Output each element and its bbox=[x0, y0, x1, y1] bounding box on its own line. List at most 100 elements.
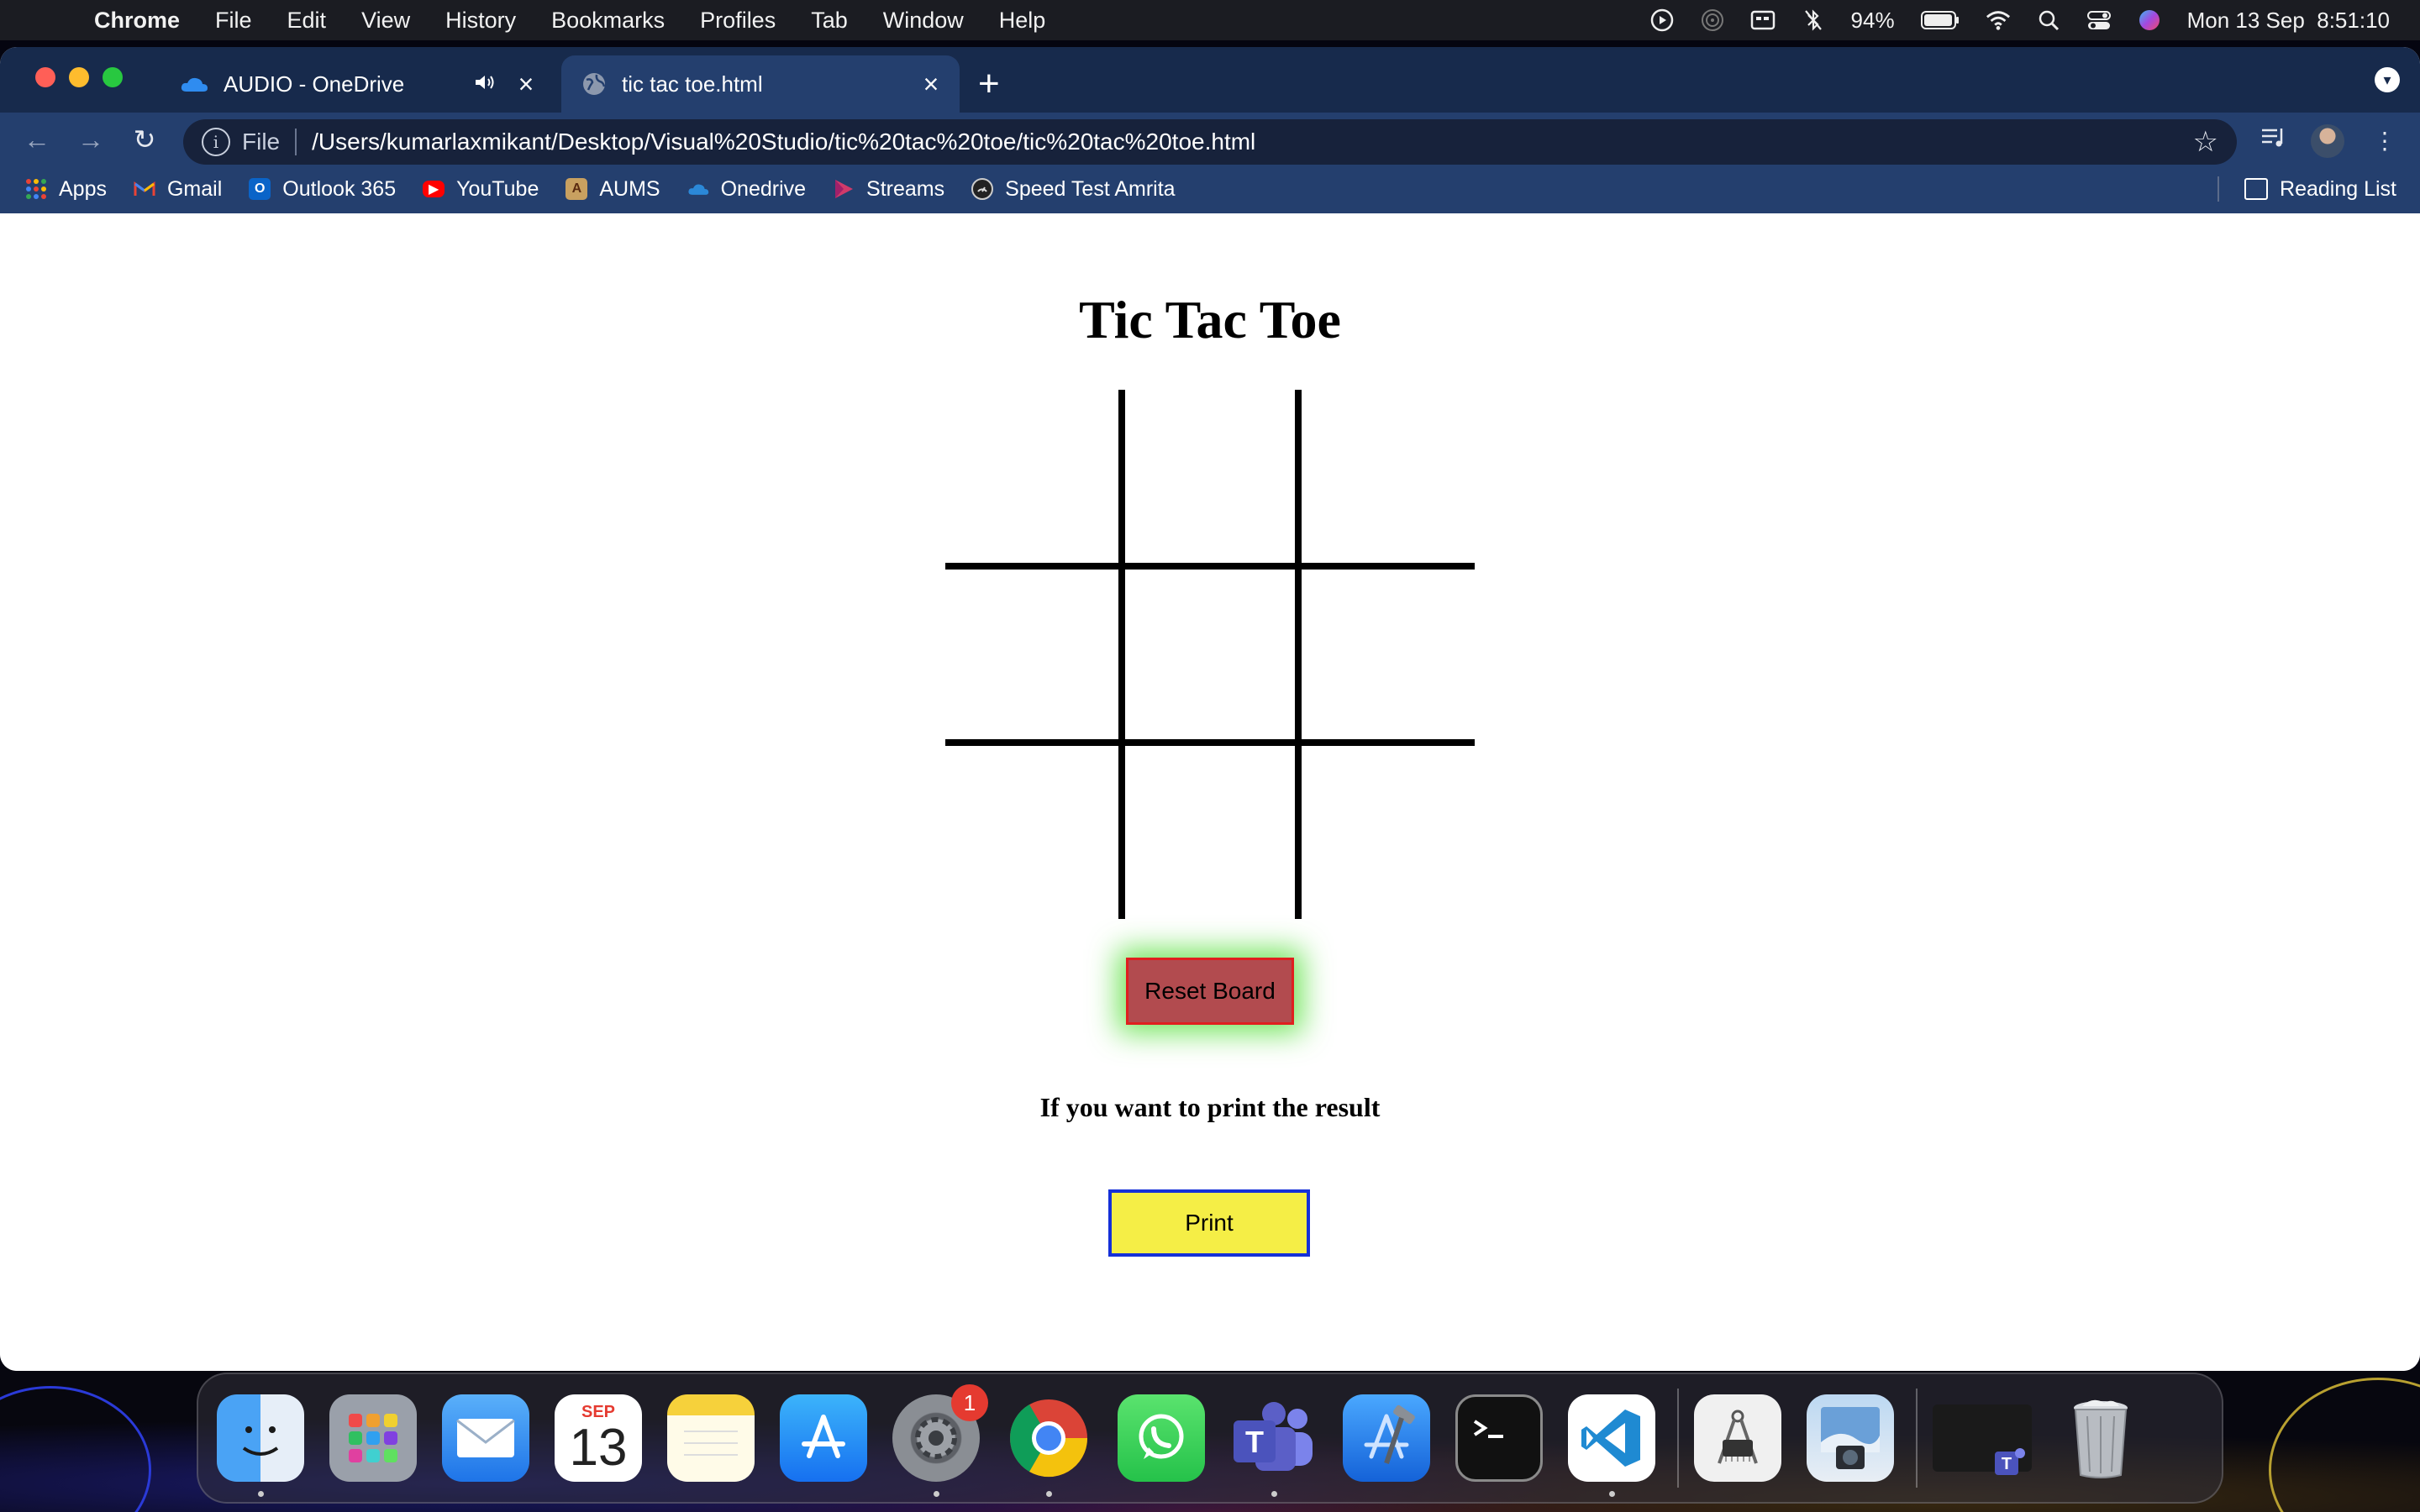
finder-icon[interactable] bbox=[217, 1394, 304, 1497]
notification-badge: 1 bbox=[951, 1384, 988, 1421]
reset-board-button[interactable]: Reset Board bbox=[1126, 958, 1294, 1025]
page-content: Tic Tac Toe Reset Board If you want to p… bbox=[0, 228, 2420, 1371]
address-bar[interactable]: i File /Users/kumarlaxmikant/Desktop/Vis… bbox=[183, 119, 2237, 165]
minimized-teams-window-icon[interactable]: T bbox=[1933, 1404, 2032, 1475]
speaker-icon[interactable] bbox=[474, 71, 499, 97]
media-control-icon[interactable] bbox=[2257, 124, 2291, 158]
bluetooth-off-icon[interactable] bbox=[1801, 8, 1826, 33]
input-source-icon[interactable] bbox=[1750, 8, 1776, 33]
board-cell-7[interactable] bbox=[945, 743, 1122, 919]
whatsapp-icon[interactable] bbox=[1118, 1394, 1205, 1482]
menu-tab[interactable]: Tab bbox=[811, 8, 848, 34]
bookmark-streams[interactable]: Streams bbox=[833, 177, 944, 202]
control-center-icon[interactable] bbox=[2086, 8, 2112, 33]
menu-window[interactable]: Window bbox=[883, 8, 964, 34]
launchpad-icon[interactable] bbox=[329, 1394, 417, 1482]
media-play-icon[interactable] bbox=[1649, 8, 1675, 33]
close-tab-icon[interactable]: × bbox=[509, 69, 543, 100]
tab-audio-onedrive[interactable]: AUDIO - OneDrive × bbox=[160, 55, 555, 113]
board-cell-5[interactable] bbox=[1122, 566, 1298, 743]
board-cell-4[interactable] bbox=[945, 566, 1122, 743]
app-store-icon[interactable] bbox=[780, 1394, 867, 1482]
bookmark-label: Gmail bbox=[166, 176, 223, 201]
battery-icon[interactable] bbox=[1920, 8, 1960, 33]
board-cell-2[interactable] bbox=[1122, 390, 1298, 566]
dock: SEP 13 1 T T bbox=[197, 1373, 2223, 1504]
streams-icon bbox=[833, 178, 855, 200]
bookmark-star-icon[interactable]: ☆ bbox=[2193, 125, 2218, 159]
bookmark-onedrive[interactable]: Onedrive bbox=[687, 177, 806, 202]
chrome-icon[interactable] bbox=[1005, 1394, 1092, 1497]
bookmark-aums[interactable]: A AUMS bbox=[566, 177, 660, 202]
close-tab-icon[interactable]: × bbox=[914, 69, 948, 100]
bookmark-speed-test-amrita[interactable]: Speed Test Amrita bbox=[971, 177, 1176, 202]
system-information-icon[interactable] bbox=[1694, 1394, 1781, 1482]
mail-icon[interactable] bbox=[442, 1394, 529, 1482]
board-cell-3[interactable] bbox=[1298, 390, 1475, 566]
menu-profiles[interactable]: Profiles bbox=[700, 8, 776, 34]
more-menu-icon[interactable]: ⋮ bbox=[2368, 124, 2402, 158]
terminal-icon[interactable] bbox=[1455, 1394, 1543, 1482]
notes-icon[interactable] bbox=[667, 1394, 755, 1482]
board-cell-9[interactable] bbox=[1298, 743, 1475, 919]
xcode-icon[interactable] bbox=[1343, 1394, 1430, 1482]
running-indicator bbox=[1046, 1491, 1052, 1497]
site-info-icon[interactable]: i bbox=[202, 128, 230, 156]
minimize-window-button[interactable] bbox=[69, 67, 89, 87]
clock[interactable]: Mon 13 Sep 8:51:10 bbox=[2187, 8, 2390, 34]
bookmark-label: Outlook 365 bbox=[282, 176, 397, 201]
back-arrow-icon[interactable]: ← bbox=[18, 121, 55, 158]
dock-separator bbox=[1677, 1389, 1679, 1488]
profile-avatar[interactable] bbox=[2311, 124, 2344, 158]
url-scheme: File bbox=[242, 129, 281, 155]
system-preferences-icon[interactable]: 1 bbox=[892, 1384, 988, 1497]
microsoft-teams-icon[interactable]: T bbox=[1230, 1394, 1318, 1497]
reload-icon[interactable]: ↻ bbox=[126, 121, 163, 158]
board-cell-1[interactable] bbox=[945, 390, 1122, 566]
tab-strip: AUDIO - OneDrive × tic tac toe.html × + … bbox=[0, 47, 2420, 113]
vscode-icon[interactable] bbox=[1568, 1394, 1655, 1497]
print-button[interactable]: Print bbox=[1108, 1189, 1310, 1257]
menu-file[interactable]: File bbox=[215, 8, 252, 34]
bookmark-label: Apps bbox=[59, 176, 107, 201]
bookmark-label: YouTube bbox=[456, 176, 539, 201]
reading-list-icon bbox=[2244, 178, 2269, 200]
menu-chrome[interactable]: Chrome bbox=[94, 8, 180, 34]
wifi-icon[interactable] bbox=[1986, 8, 2011, 33]
menu-bookmarks[interactable]: Bookmarks bbox=[551, 8, 665, 34]
bookmark-youtube[interactable]: ▶ YouTube bbox=[423, 177, 539, 202]
bookmark-apps[interactable]: Apps bbox=[25, 177, 107, 202]
spotlight-search-icon[interactable] bbox=[2036, 8, 2061, 33]
running-indicator bbox=[1609, 1491, 1615, 1497]
tab-search-chevron-icon[interactable]: ▾ bbox=[2375, 67, 2400, 92]
close-window-button[interactable] bbox=[35, 67, 55, 87]
speedometer-icon bbox=[971, 178, 994, 200]
url-text[interactable]: /Users/kumarlaxmikant/Desktop/Visual%20S… bbox=[312, 129, 2192, 155]
board-cell-8[interactable] bbox=[1122, 743, 1298, 919]
outlook-icon: O bbox=[249, 178, 271, 200]
bookmark-gmail[interactable]: Gmail bbox=[134, 177, 222, 202]
globe-icon bbox=[583, 73, 606, 95]
siri-icon[interactable] bbox=[2137, 8, 2162, 33]
youtube-icon: ▶ bbox=[423, 181, 445, 197]
menu-bar: Chrome File Edit View History Bookmarks … bbox=[0, 0, 2420, 40]
forward-arrow-icon[interactable]: → bbox=[72, 121, 109, 158]
bookmark-outlook-365[interactable]: O Outlook 365 bbox=[249, 177, 396, 202]
menu-view[interactable]: View bbox=[361, 8, 410, 34]
zoom-window-button[interactable] bbox=[103, 67, 123, 87]
menu-edit[interactable]: Edit bbox=[287, 8, 327, 34]
reading-list-button[interactable]: Reading List bbox=[2217, 165, 2396, 213]
dock-separator bbox=[1916, 1389, 1918, 1488]
menu-help[interactable]: Help bbox=[999, 8, 1046, 34]
preview-icon[interactable] bbox=[1807, 1394, 1894, 1482]
calendar-icon[interactable]: SEP 13 bbox=[555, 1394, 642, 1482]
new-tab-button[interactable]: + bbox=[978, 66, 1000, 102]
airdrop-icon[interactable] bbox=[1700, 8, 1725, 33]
running-indicator bbox=[934, 1491, 939, 1497]
divider bbox=[295, 129, 297, 155]
board-cell-6[interactable] bbox=[1298, 566, 1475, 743]
trash-icon[interactable] bbox=[2057, 1394, 2144, 1482]
menu-history[interactable]: History bbox=[445, 8, 516, 34]
tab-tic-tac-toe[interactable]: tic tac toe.html × bbox=[561, 55, 960, 113]
browser-window: AUDIO - OneDrive × tic tac toe.html × + … bbox=[0, 47, 2420, 1371]
